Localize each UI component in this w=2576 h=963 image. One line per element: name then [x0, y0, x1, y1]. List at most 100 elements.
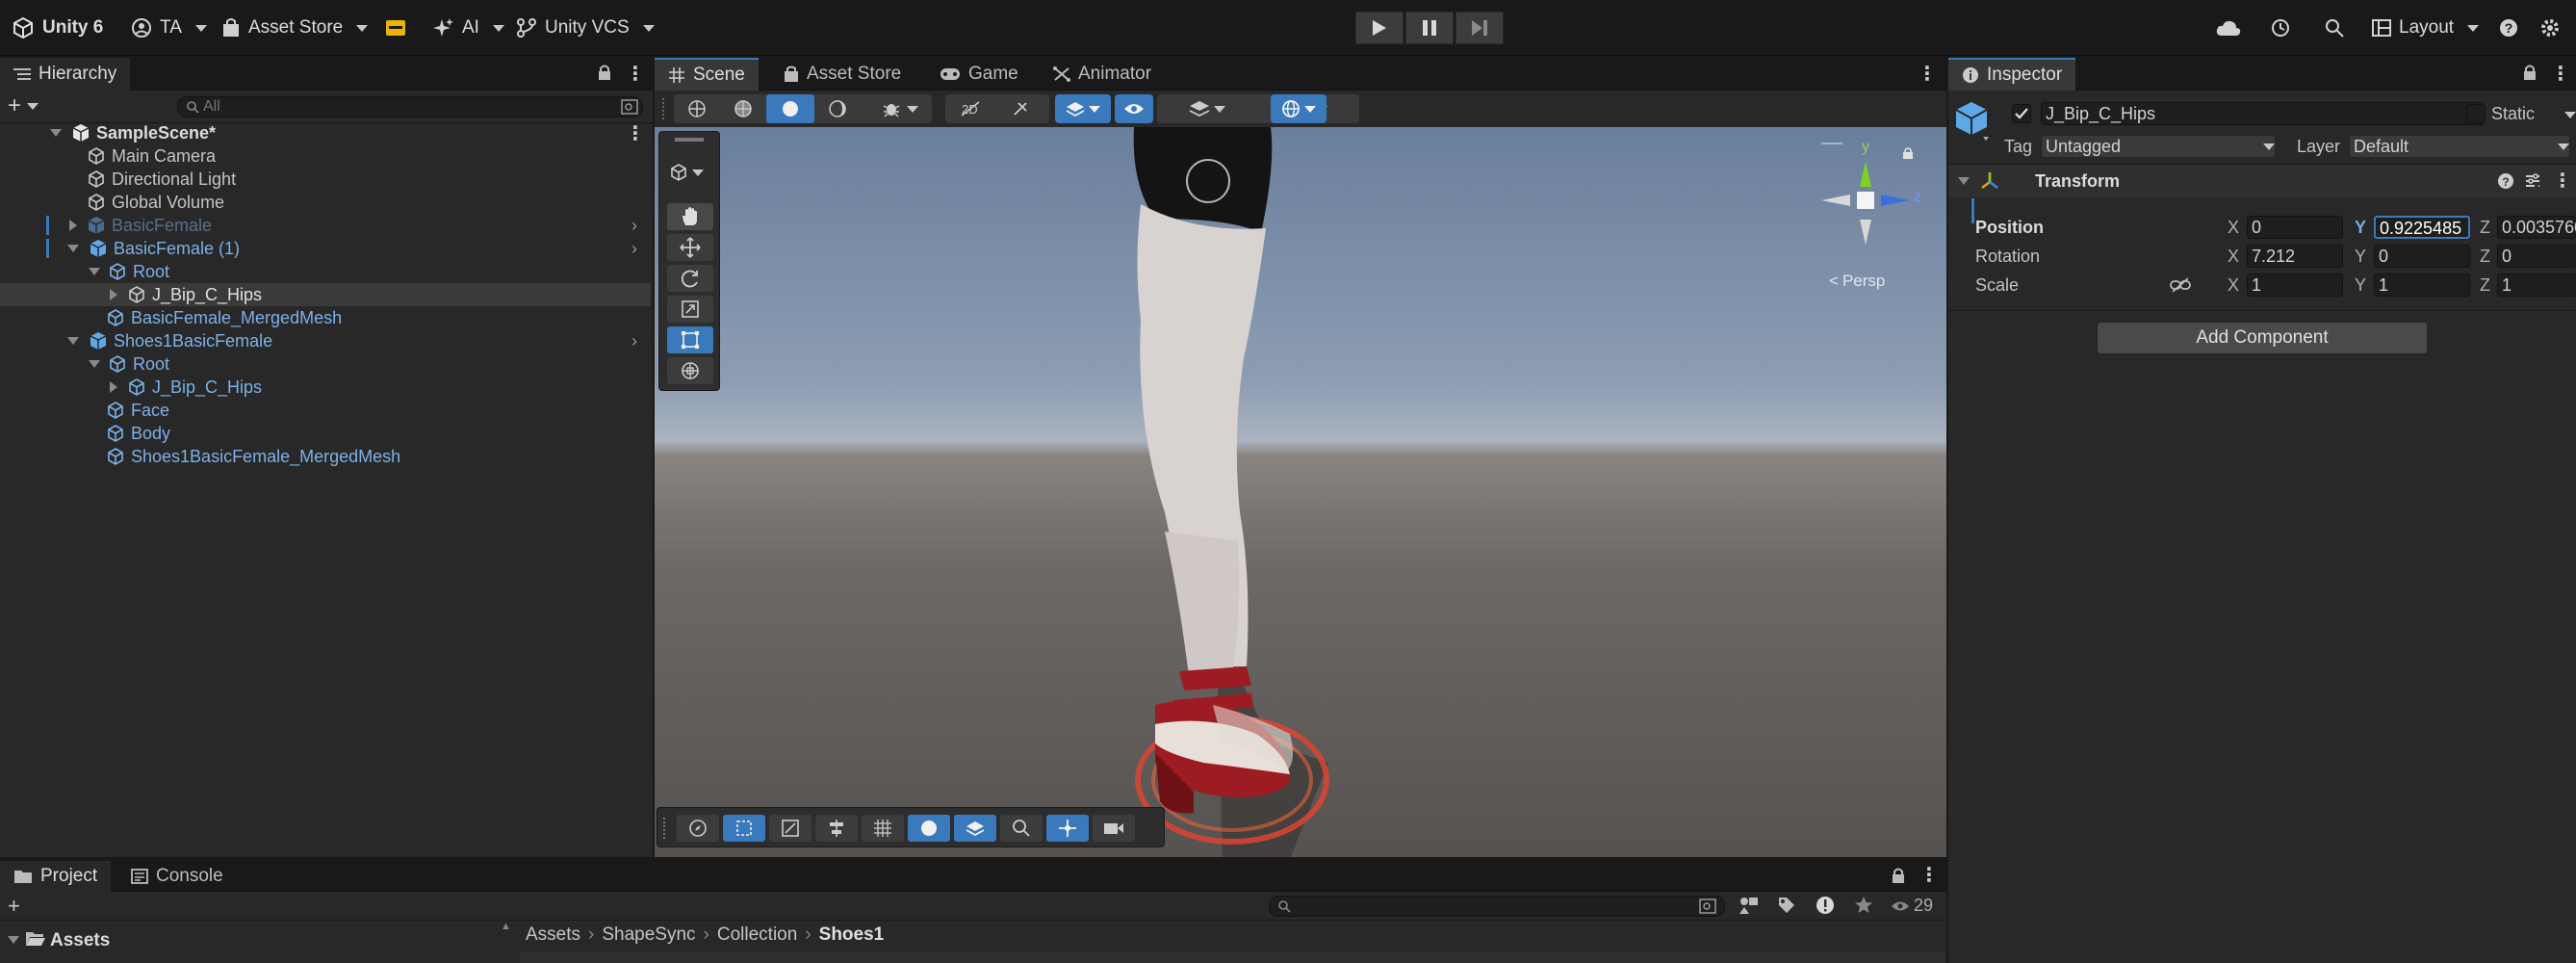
tab-console[interactable]: Console [117, 861, 237, 892]
rotation-y-field[interactable]: 0 [2374, 245, 2470, 268]
list-item[interactable]: Shoes1BasicFemale_MergedMesh [0, 445, 651, 468]
layers-view-button[interactable] [954, 815, 996, 842]
drag-handle[interactable] [663, 818, 666, 839]
list-item[interactable]: Global Volume [0, 191, 651, 214]
drag-handle[interactable] [662, 98, 665, 119]
kebab-menu-icon[interactable]: ⋮ [2551, 62, 2570, 86]
position-y-field[interactable]: 0.9225485 [2374, 216, 2470, 239]
warning-filter-icon[interactable] [1816, 896, 1835, 915]
transform-header[interactable]: Transform ? ⋮ [1948, 165, 2576, 197]
asset-store-dropdown[interactable]: Asset Store [221, 12, 369, 44]
audio-toggle-button[interactable] [995, 99, 1045, 118]
create-button[interactable]: + [8, 94, 39, 117]
grid-snap-button[interactable] [862, 815, 904, 842]
chevron-right-icon[interactable]: › [631, 239, 637, 259]
search-button[interactable] [2324, 12, 2345, 44]
tab-inspector[interactable]: Inspector [1948, 58, 2076, 91]
list-item[interactable]: BasicFemale_MergedMesh [0, 306, 651, 329]
scale-y-field[interactable]: 1 [2374, 273, 2470, 297]
package-button[interactable] [385, 12, 406, 44]
active-checkbox[interactable] [2012, 104, 2031, 123]
rotation-z-field[interactable]: 0 [2497, 245, 2576, 268]
projection-toggle[interactable]: < Persp [1829, 272, 1885, 291]
expand-arrow-icon[interactable] [89, 360, 100, 368]
account-dropdown[interactable]: TA [131, 12, 207, 44]
search-filter-icon[interactable] [1699, 898, 1716, 914]
list-item[interactable]: Body [0, 422, 651, 445]
breadcrumb-item[interactable]: ShapeSync [602, 924, 695, 946]
hidden-count[interactable]: 29 [1891, 896, 1933, 916]
history-button[interactable] [2270, 12, 2291, 44]
hierarchy-scene-row[interactable]: SampleScene* ⋮ [0, 121, 651, 144]
breadcrumb-item[interactable]: Collection [717, 924, 797, 946]
constrain-proportions-icon[interactable] [2170, 277, 2191, 293]
expand-arrow-icon[interactable] [67, 337, 79, 345]
tab-hierarchy[interactable]: Hierarchy [0, 58, 131, 91]
debug-draw-dropdown[interactable] [868, 94, 932, 123]
snap-button[interactable] [769, 815, 811, 842]
filter-type-icon[interactable] [1739, 896, 1760, 915]
static-checkbox[interactable] [2466, 104, 2486, 123]
add-component-button[interactable]: Add Component [2097, 322, 2428, 354]
unity-menu[interactable]: Unity 6 [12, 12, 103, 44]
search-filter-icon[interactable] [621, 99, 638, 115]
drag-handle[interactable] [675, 138, 704, 142]
expand-arrow-icon[interactable] [89, 268, 100, 275]
scale-tool-button[interactable] [667, 296, 713, 323]
kebab-menu-icon[interactable]: ⋮ [626, 121, 645, 145]
tab-scene[interactable]: Scene [655, 58, 759, 91]
kebab-menu-icon[interactable]: ⋮ [2553, 169, 2572, 193]
shaded-button[interactable] [766, 94, 814, 123]
chevron-right-icon[interactable]: › [631, 216, 637, 236]
hierarchy-search[interactable] [177, 96, 643, 117]
wireframe-button[interactable] [674, 94, 720, 123]
create-button[interactable]: + [8, 894, 20, 919]
tab-project[interactable]: Project [0, 861, 112, 892]
ai-dropdown[interactable]: AI [433, 12, 504, 44]
list-item[interactable]: Root [0, 260, 651, 283]
pause-button[interactable] [1405, 12, 1454, 44]
gizmo-menu-handle[interactable] [1821, 143, 1842, 144]
pivot-button[interactable] [1046, 815, 1089, 842]
sphere-view-button[interactable] [908, 815, 950, 842]
expand-arrow-icon[interactable] [1958, 177, 1970, 185]
list-item[interactable]: Main Camera [0, 144, 651, 168]
list-item[interactable]: Root [0, 352, 651, 376]
list-item[interactable]: Face [0, 399, 651, 422]
preset-icon[interactable] [2524, 172, 2541, 190]
scale-x-field[interactable]: 1 [2247, 273, 2343, 297]
list-item[interactable]: J_Bip_C_Hips [0, 376, 651, 399]
rect-tool-button[interactable] [667, 326, 713, 353]
kebab-menu-icon[interactable]: ⋮ [1918, 62, 1937, 86]
gizmos-dropdown[interactable] [1271, 94, 1327, 123]
rotate-tool-button[interactable] [667, 265, 713, 292]
effects-dropdown[interactable] [1055, 94, 1111, 123]
project-search[interactable] [1269, 896, 1725, 917]
chevron-down-icon[interactable] [2564, 112, 2576, 118]
vcs-dropdown[interactable]: Unity VCS [516, 12, 655, 44]
rotation-x-field[interactable]: 7.212 [2247, 245, 2343, 268]
chevron-right-icon[interactable]: › [631, 331, 637, 351]
lock-icon[interactable] [2522, 64, 2537, 81]
lock-icon[interactable] [1891, 867, 1906, 884]
camera-button[interactable] [1093, 815, 1135, 842]
zoom-button[interactable] [1000, 815, 1043, 842]
assets-root-label[interactable]: Assets [50, 930, 110, 951]
kebab-menu-icon[interactable]: ⋮ [1919, 863, 1939, 887]
move-tool-button[interactable] [667, 234, 713, 261]
layout-dropdown[interactable]: Layout [2372, 12, 2480, 44]
hierarchy-search-input[interactable] [203, 97, 607, 117]
scene-viewport[interactable]: y z < Persp [655, 127, 1946, 857]
expand-arrow-icon[interactable] [8, 936, 19, 944]
expand-arrow-icon[interactable] [110, 289, 117, 300]
expand-arrow-icon[interactable] [69, 220, 77, 231]
layer-dropdown[interactable]: Default [2349, 135, 2570, 158]
shaded-wireframe-button[interactable] [720, 94, 766, 123]
view-cube-dropdown[interactable] [669, 163, 704, 182]
list-item[interactable]: Shoes1BasicFemale › [0, 329, 651, 352]
list-item[interactable]: Directional Light [0, 168, 651, 191]
list-item[interactable]: BasicFemale › [0, 214, 651, 237]
position-x-field[interactable]: 0 [2247, 216, 2343, 239]
help-icon[interactable]: ? [2497, 172, 2514, 190]
step-button[interactable] [1455, 12, 1504, 44]
